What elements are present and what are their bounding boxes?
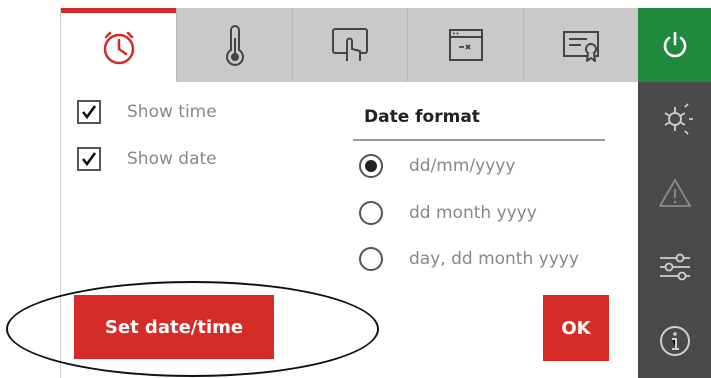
date-format-radio-1[interactable]	[359, 154, 383, 178]
warning-icon	[659, 179, 691, 207]
certificate-icon	[563, 31, 599, 62]
show-date-option[interactable]: Show date	[77, 147, 217, 171]
touch-screen-icon	[332, 28, 368, 61]
date-format-option-3[interactable]: day, dd month yyyy	[359, 247, 579, 271]
tab-temperature[interactable]	[176, 8, 292, 82]
settings-screen: Show time Show date Date format dd/mm/yy…	[60, 8, 711, 378]
date-format-title: Date format	[364, 107, 480, 127]
heat-cool-button[interactable]	[638, 82, 711, 156]
sliders-icon	[660, 253, 690, 281]
tab-touch[interactable]	[292, 8, 407, 82]
heat-cool-icon	[664, 103, 693, 135]
thermometer-icon	[225, 25, 244, 66]
tab-bar	[61, 8, 638, 82]
browser-window-icon	[448, 29, 483, 61]
date-format-radio-2[interactable]	[359, 201, 383, 225]
right-rail	[638, 8, 711, 378]
info-button[interactable]	[638, 304, 711, 378]
ok-button[interactable]: OK	[543, 295, 609, 361]
date-format-label-2: dd month yyyy	[409, 203, 537, 223]
date-format-label-3: day, dd month yyyy	[409, 249, 579, 269]
checkmark-icon	[81, 152, 97, 167]
show-time-checkbox[interactable]	[77, 100, 101, 124]
radio-selected-dot	[365, 160, 377, 172]
clock-icon	[103, 31, 134, 64]
date-format-radio-3[interactable]	[359, 247, 383, 271]
set-date-time-button[interactable]: Set date/time	[74, 295, 274, 359]
show-date-label: Show date	[127, 149, 217, 169]
show-time-label: Show time	[127, 102, 217, 122]
date-format-label-1: dd/mm/yyyy	[409, 156, 516, 176]
warning-button[interactable]	[638, 156, 711, 230]
date-format-option-1[interactable]: dd/mm/yyyy	[359, 154, 515, 178]
show-time-option[interactable]: Show time	[77, 100, 217, 124]
tab-clock[interactable]	[61, 8, 176, 82]
date-format-option-2[interactable]: dd month yyyy	[359, 201, 537, 225]
checkmark-icon	[81, 105, 97, 120]
tab-certificate[interactable]	[523, 8, 638, 82]
info-icon	[660, 326, 690, 356]
power-icon	[663, 31, 687, 58]
settings-sliders-button[interactable]	[638, 230, 711, 304]
tab-browser[interactable]	[407, 8, 523, 82]
show-date-checkbox[interactable]	[77, 147, 101, 171]
power-button[interactable]	[638, 8, 711, 82]
date-format-divider	[353, 139, 605, 141]
